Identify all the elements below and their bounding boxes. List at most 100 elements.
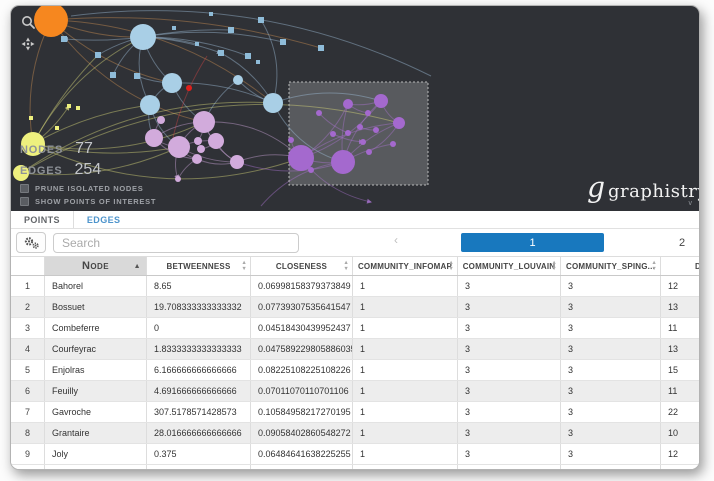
table-row[interactable]: 9Joly0.3750.0648464163822525513312 bbox=[11, 444, 699, 465]
graph-node[interactable] bbox=[288, 145, 314, 171]
search-input[interactable] bbox=[53, 233, 299, 253]
graph-node[interactable] bbox=[130, 24, 156, 50]
sort-icon: ▲▼ bbox=[551, 260, 557, 272]
graph-node[interactable] bbox=[110, 72, 116, 78]
table-row[interactable]: 5Enjolras6.1666666666666660.082251082251… bbox=[11, 360, 699, 381]
row-number: 5 bbox=[11, 360, 45, 380]
graph-node[interactable] bbox=[308, 167, 314, 173]
graph-node[interactable] bbox=[55, 126, 59, 130]
graph-node[interactable] bbox=[29, 116, 33, 120]
column-header-d[interactable]: D bbox=[661, 257, 699, 275]
graph-node[interactable] bbox=[365, 110, 371, 116]
prev-page-button[interactable]: ‹ bbox=[387, 233, 405, 247]
prune-isolated-nodes-label: PRUNE ISOLATED NODES bbox=[35, 184, 143, 193]
graph-node[interactable] bbox=[366, 149, 372, 155]
graph-node[interactable] bbox=[168, 136, 190, 158]
graph-node[interactable] bbox=[134, 73, 140, 79]
graph-node[interactable] bbox=[197, 145, 205, 153]
column-header-node[interactable]: Node▲ bbox=[45, 257, 147, 275]
column-header-community-louvain[interactable]: COMMUNITY_LOUVAIN▲▼ bbox=[458, 257, 561, 275]
graph-node[interactable] bbox=[374, 94, 388, 108]
nodes-count-value: 77 bbox=[75, 140, 93, 158]
graph-node[interactable] bbox=[331, 150, 355, 174]
graph-canvas[interactable]: NODES 77 EDGES 254 PRUNE ISOLATED NODES … bbox=[11, 6, 699, 211]
graph-node[interactable] bbox=[233, 75, 243, 85]
center-pan-icon[interactable] bbox=[20, 36, 36, 52]
prune-isolated-nodes-checkbox[interactable] bbox=[20, 184, 29, 193]
show-points-of-interest-checkbox[interactable] bbox=[20, 197, 29, 206]
graph-node[interactable] bbox=[218, 50, 224, 56]
graph-node[interactable] bbox=[140, 95, 160, 115]
column-header-community-infomap[interactable]: COMMUNITY_INFOMAP▲▼ bbox=[353, 257, 458, 275]
canvas-controls bbox=[20, 14, 36, 52]
table-cell: 3 bbox=[561, 423, 661, 443]
column-header-betweenness[interactable]: BETWEENNESS▲▼ bbox=[147, 257, 251, 275]
zoom-icon[interactable] bbox=[20, 14, 36, 30]
tab-points[interactable]: POINTS bbox=[11, 211, 74, 228]
table-cell: 3 bbox=[561, 381, 661, 401]
graph-node[interactable] bbox=[61, 36, 67, 42]
table-row[interactable]: 2Bossuet19.7083333333333320.077393075356… bbox=[11, 297, 699, 318]
table-cell: Bossuet bbox=[45, 297, 147, 317]
graph-node[interactable] bbox=[186, 85, 192, 91]
table-row[interactable]: 7Gavroche307.51785714285730.105849582172… bbox=[11, 402, 699, 423]
sort-icon: ▲▼ bbox=[651, 260, 657, 272]
graph-node[interactable] bbox=[280, 39, 286, 45]
graph-node[interactable] bbox=[76, 106, 80, 110]
table-cell: 0.07011070110701106 bbox=[251, 381, 353, 401]
column-settings-button[interactable] bbox=[16, 232, 46, 253]
table-cell: 3 bbox=[458, 444, 561, 464]
table-cell: 3 bbox=[561, 339, 661, 359]
graph-node[interactable] bbox=[193, 111, 215, 133]
graph-node[interactable] bbox=[345, 130, 351, 136]
graph-node[interactable] bbox=[390, 141, 396, 147]
graph-node[interactable] bbox=[263, 93, 283, 113]
graph-node[interactable] bbox=[318, 45, 324, 51]
graph-node[interactable] bbox=[360, 139, 366, 145]
graph-node[interactable] bbox=[34, 6, 68, 37]
graph-node[interactable] bbox=[175, 176, 181, 182]
graph-node[interactable] bbox=[95, 52, 101, 58]
table-row[interactable]: 3Combeferre00.0451843043995243713311 bbox=[11, 318, 699, 339]
graph-node[interactable] bbox=[316, 110, 322, 116]
page-2-button[interactable]: 2 bbox=[669, 233, 695, 252]
table-row[interactable]: 4Courfeyrac1.83333333333333330.047589229… bbox=[11, 339, 699, 360]
graph-node[interactable] bbox=[343, 99, 353, 109]
row-number: 7 bbox=[11, 402, 45, 422]
table-row[interactable]: 6Feuilly4.6916666666666660.0701107011070… bbox=[11, 381, 699, 402]
graphistry-logo: g graphistry v bbox=[587, 177, 699, 207]
table-cell bbox=[661, 465, 699, 469]
points-table: Node▲BETWEENNESS▲▼CLOSENESS▲▼COMMUNITY_I… bbox=[11, 256, 699, 469]
graph-node[interactable] bbox=[256, 60, 260, 64]
sort-icon: ▲▼ bbox=[343, 260, 349, 272]
graph-node[interactable] bbox=[162, 73, 182, 93]
graph-node[interactable] bbox=[357, 124, 363, 130]
graph-node[interactable] bbox=[373, 127, 379, 133]
graph-node[interactable] bbox=[288, 137, 294, 143]
graph-node[interactable] bbox=[192, 154, 202, 164]
graph-node[interactable] bbox=[157, 116, 165, 124]
table-cell: 3 bbox=[561, 318, 661, 338]
column-header-closeness[interactable]: CLOSENESS▲▼ bbox=[251, 257, 353, 275]
column-header-community-sping-[interactable]: COMMUNITY_SPING...▲▼ bbox=[561, 257, 661, 275]
table-row[interactable]: 8Grantaire28.0166666666666660.0905840286… bbox=[11, 423, 699, 444]
graph-node[interactable] bbox=[208, 133, 224, 149]
table-cell bbox=[458, 465, 561, 469]
graph-node[interactable] bbox=[194, 137, 202, 145]
graph-node[interactable] bbox=[67, 104, 71, 108]
graph-node[interactable] bbox=[228, 27, 234, 33]
graph-node[interactable] bbox=[172, 26, 176, 30]
graph-node[interactable] bbox=[393, 117, 405, 129]
graphistry-logo-text: graphistry bbox=[608, 181, 699, 202]
graph-node[interactable] bbox=[330, 131, 336, 137]
graph-node[interactable] bbox=[258, 17, 264, 23]
graph-node[interactable] bbox=[209, 12, 213, 16]
table-row[interactable]: 1Bahorel8.650.0699815837937384913312 bbox=[11, 276, 699, 297]
tab-edges[interactable]: EDGES bbox=[74, 211, 134, 228]
graph-node[interactable] bbox=[245, 53, 251, 59]
page-1-button[interactable]: 1 bbox=[461, 233, 604, 252]
graph-node[interactable] bbox=[195, 42, 199, 46]
graph-node[interactable] bbox=[230, 155, 244, 169]
table-cell: 28.016666666666666 bbox=[147, 423, 251, 443]
row-number: 1 bbox=[11, 276, 45, 296]
